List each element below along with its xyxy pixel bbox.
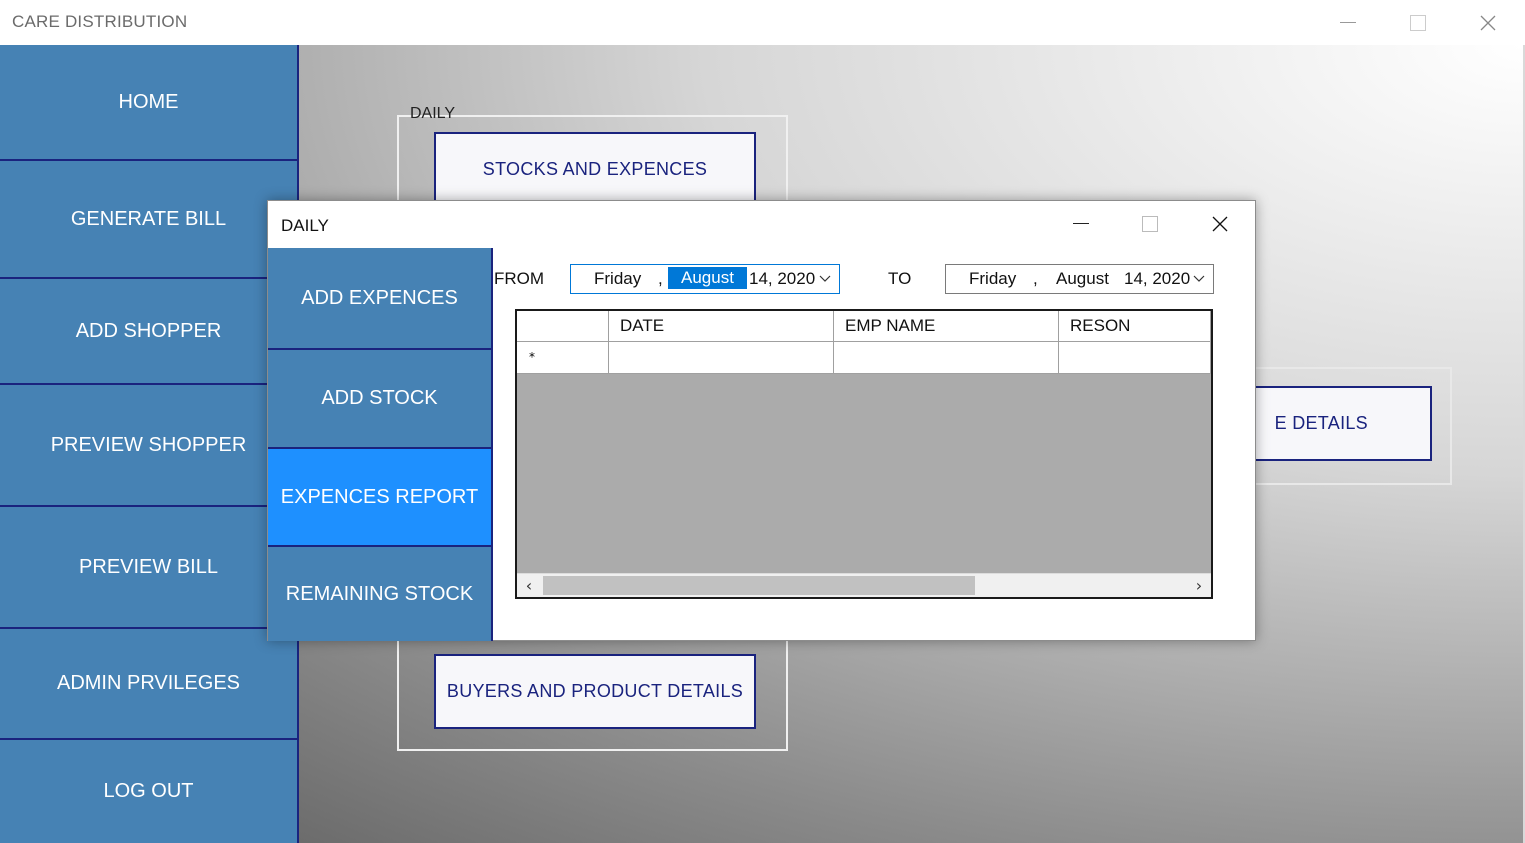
table-cell-emp-name[interactable]: [834, 342, 1059, 374]
dialog-title: DAILY: [281, 216, 329, 235]
from-separator: ,: [658, 269, 663, 288]
column-header-reson[interactable]: RESON: [1059, 311, 1211, 342]
to-weekday: Friday: [969, 269, 1017, 288]
remaining-stock-button[interactable]: REMAINING STOCK: [268, 547, 491, 641]
dialog-maximize-button[interactable]: [1127, 201, 1173, 246]
minimize-icon: [1073, 222, 1089, 224]
to-label: TO: [888, 269, 912, 288]
new-row-marker[interactable]: *: [517, 342, 609, 374]
from-label: FROM: [494, 269, 545, 288]
maximize-button[interactable]: [1395, 0, 1441, 45]
nav-preview-bill-button[interactable]: PREVIEW BILL: [0, 507, 297, 629]
dialog-close-button[interactable]: [1197, 201, 1243, 246]
maximize-icon: [1410, 14, 1426, 31]
from-weekday: Friday: [594, 269, 642, 288]
from-month[interactable]: August: [668, 267, 747, 289]
minimize-icon: [1340, 21, 1356, 23]
table-cell-date[interactable]: [609, 342, 834, 374]
to-day-year: 14, 2020: [1124, 269, 1191, 288]
scrollbar-thumb[interactable]: [543, 576, 975, 595]
nav-generate-bill-button[interactable]: GENERATE BILL: [0, 161, 297, 279]
nav-admin-privileges-button[interactable]: ADMIN PRVILEGES: [0, 629, 297, 740]
window-title: CARE DISTRIBUTION: [12, 12, 188, 31]
chevron-down-icon[interactable]: [1193, 275, 1205, 283]
from-day-year: 14, 2020: [749, 269, 816, 288]
column-header-date[interactable]: DATE: [609, 311, 834, 342]
nav-preview-shopper-button[interactable]: PREVIEW SHOPPER: [0, 385, 297, 507]
from-date-picker[interactable]: Friday , August 14, 2020: [570, 264, 840, 294]
add-expences-button[interactable]: ADD EXPENCES: [268, 248, 491, 350]
close-button[interactable]: [1465, 0, 1511, 45]
buyers-and-product-details-button[interactable]: BUYERS AND PRODUCT DETAILS: [434, 654, 756, 729]
to-date-picker[interactable]: Friday , August 14, 2020: [945, 264, 1214, 294]
daily-group-label: DAILY: [410, 105, 456, 122]
to-separator: ,: [1033, 269, 1038, 288]
add-stock-button[interactable]: ADD STOCK: [268, 350, 491, 449]
dialog-sidebar: ADD EXPENCES ADD STOCK EXPENCES REPORT R…: [268, 248, 493, 641]
table-cell-reson[interactable]: [1059, 342, 1211, 374]
expences-report-grid[interactable]: DATE EMP NAME RESON * ‹ ›: [515, 309, 1213, 599]
close-icon: [1212, 216, 1228, 231]
nav-logout-button[interactable]: LOG OUT: [0, 740, 297, 843]
minimize-button[interactable]: [1325, 0, 1371, 45]
main-sidebar: HOME GENERATE BILL ADD SHOPPER PREVIEW S…: [0, 45, 299, 843]
stocks-and-expences-button[interactable]: STOCKS AND EXPENCES: [434, 132, 756, 206]
nav-add-shopper-button[interactable]: ADD SHOPPER: [0, 279, 297, 385]
scroll-right-icon[interactable]: ›: [1189, 576, 1209, 596]
close-icon: [1480, 15, 1496, 30]
chevron-down-icon[interactable]: [819, 275, 831, 283]
maximize-icon: [1142, 215, 1158, 232]
dialog-minimize-button[interactable]: [1058, 201, 1104, 246]
window-titlebar: CARE DISTRIBUTION: [0, 0, 1525, 45]
to-month: August: [1056, 269, 1109, 288]
column-header-emp-name[interactable]: EMP NAME: [834, 311, 1059, 342]
scroll-left-icon[interactable]: ‹: [519, 576, 539, 596]
row-header-corner: [517, 311, 609, 342]
expences-report-button[interactable]: EXPENCES REPORT: [268, 449, 491, 547]
horizontal-scrollbar[interactable]: ‹ ›: [517, 573, 1211, 597]
daily-dialog: DAILY ADD EXPENCES ADD STOCK EXPENCES RE…: [267, 200, 1256, 641]
nav-home-button[interactable]: HOME: [0, 45, 297, 161]
